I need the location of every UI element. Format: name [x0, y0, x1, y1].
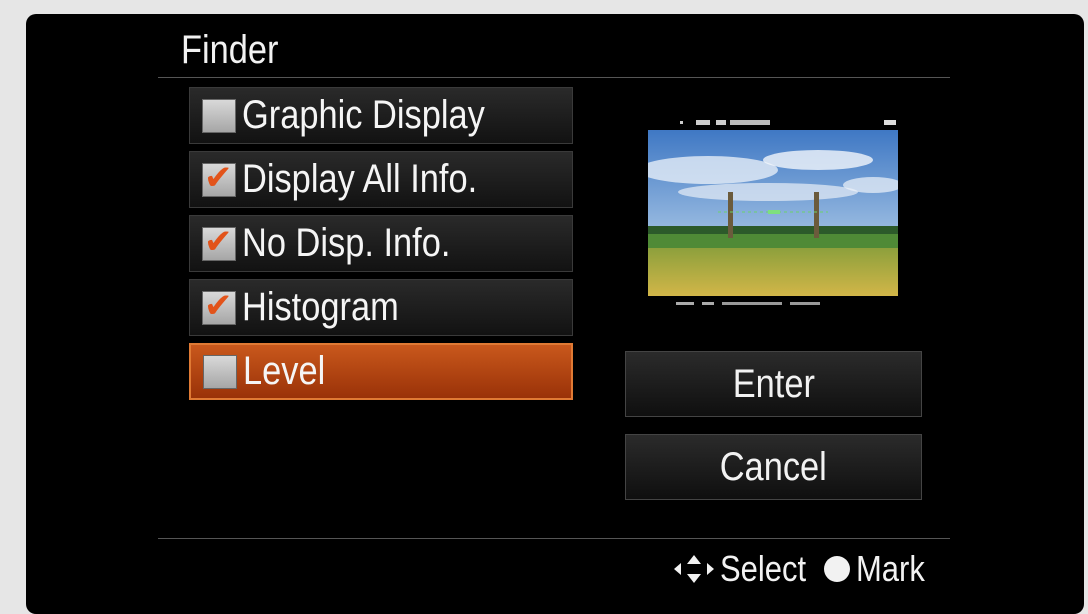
preview-info-bar [646, 296, 900, 306]
select-hint-label: Select [720, 548, 807, 589]
option-level[interactable]: Level [189, 343, 573, 400]
footer-hints: Select Mark [672, 547, 936, 591]
checkmark-icon: ✔ [204, 222, 233, 261]
option-display-all-info[interactable]: ✔ Display All Info. [189, 151, 573, 208]
option-label: Level [243, 349, 326, 393]
checkbox[interactable] [202, 98, 236, 133]
checkbox[interactable] [203, 354, 237, 389]
enter-button-label: Enter [732, 361, 815, 406]
up-down-left-right-arrows-icon [674, 555, 714, 583]
mark-hint-label: Mark [856, 548, 925, 589]
checkmark-icon: ✔ [204, 286, 233, 325]
checkmark-icon: ✔ [204, 158, 233, 197]
bottom-divider [158, 538, 950, 539]
option-label: No Disp. Info. [242, 221, 451, 265]
center-button-icon [824, 556, 851, 582]
enter-button[interactable]: Enter [625, 351, 922, 417]
checkbox[interactable]: ✔ [202, 223, 236, 261]
preview-status-bar [646, 116, 900, 130]
option-label: Graphic Display [242, 93, 485, 137]
option-graphic-display[interactable]: Graphic Display [189, 87, 573, 144]
option-histogram[interactable]: ✔ Histogram [189, 279, 573, 336]
option-no-disp-info[interactable]: ✔ No Disp. Info. [189, 215, 573, 272]
settings-dialog: Finder Graphic Display ✔ Display All Inf… [26, 14, 1084, 614]
option-label: Display All Info. [242, 157, 478, 201]
checkbox[interactable]: ✔ [202, 159, 236, 197]
option-label: Histogram [242, 285, 399, 329]
preview-status-icons [680, 120, 896, 125]
display-preview [646, 116, 900, 306]
top-divider [158, 77, 950, 78]
preview-info-marks [676, 302, 820, 305]
landscape-preview-image [648, 130, 898, 296]
cancel-button-label: Cancel [719, 444, 828, 489]
cancel-button[interactable]: Cancel [625, 434, 922, 500]
page-title: Finder [181, 28, 279, 72]
checkbox[interactable]: ✔ [202, 287, 236, 325]
